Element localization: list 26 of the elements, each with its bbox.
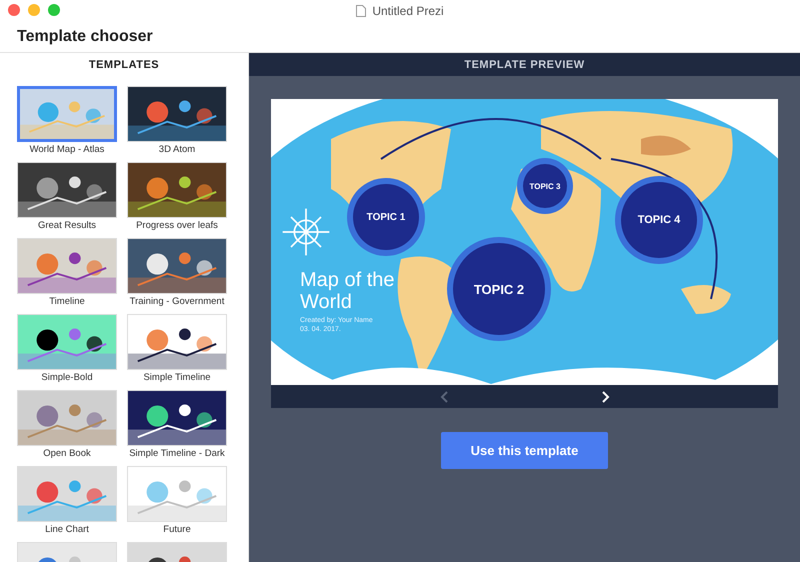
template-name[interactable]: Training - Government	[130, 294, 224, 310]
document-icon	[356, 5, 366, 17]
template-name[interactable]: Timeline	[49, 294, 85, 310]
template-name[interactable]: Open Book	[43, 446, 91, 462]
template-name[interactable]: Simple Timeline - Dark	[129, 446, 225, 462]
template-name[interactable]: Great Results	[38, 218, 96, 234]
topic-bubble: TOPIC 1	[353, 184, 419, 250]
template-name[interactable]: 3D Atom	[158, 142, 196, 158]
template-name[interactable]: Progress over leafs	[136, 218, 218, 234]
chevron-right-icon[interactable]	[600, 390, 610, 402]
template-name[interactable]: Simple-Bold	[41, 370, 93, 386]
topic-bubble: TOPIC 2	[453, 243, 545, 335]
template-name[interactable]: Simple Timeline	[143, 370, 211, 386]
panel-heading: TEMPLATES	[88, 59, 160, 71]
template-name[interactable]: Future	[163, 522, 191, 538]
topic-bubble: TOPIC 4	[621, 182, 697, 258]
window-title: Untitled Prezi	[372, 4, 444, 18]
topic-bubble: TOPIC 3	[523, 164, 567, 208]
close-icon[interactable]	[8, 4, 20, 16]
template-name[interactable]: World Map - Atlas	[30, 142, 104, 158]
compass-icon	[281, 207, 331, 257]
slide-title: Map of the World	[300, 269, 395, 313]
panel-heading: TEMPLATE PREVIEW	[464, 58, 585, 70]
template-name[interactable]: Line Chart	[45, 522, 89, 538]
page-title: Template chooser	[17, 28, 153, 46]
use-template-button[interactable]: Use this template	[441, 432, 608, 469]
